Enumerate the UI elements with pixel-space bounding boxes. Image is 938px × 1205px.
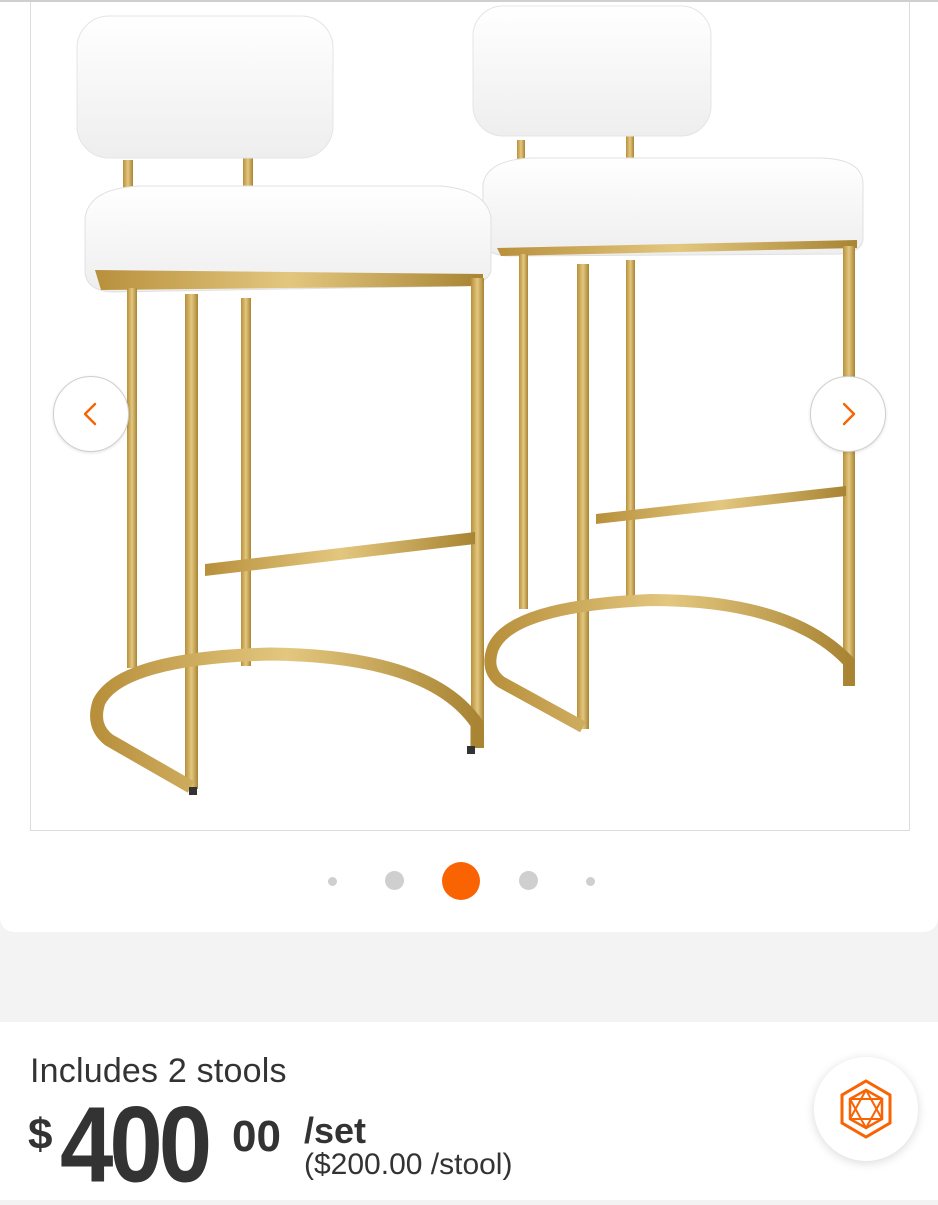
bar-stools-image: [76, 5, 864, 795]
carousel-dot-active[interactable]: [442, 862, 480, 900]
hexagon-assistant-icon: [840, 1079, 892, 1139]
carousel-dot[interactable]: [385, 871, 404, 890]
price-per-stool: ($200.00 /stool): [304, 1148, 513, 1181]
carousel-dot[interactable]: [328, 877, 337, 886]
carousel-pagination: [0, 861, 938, 901]
price-dollars: 400: [60, 1085, 212, 1205]
carousel-next-button[interactable]: [810, 376, 886, 452]
product-price: $ 400 00 /set ($200.00 /stool): [28, 1091, 648, 1199]
carousel-prev-button[interactable]: [53, 376, 129, 452]
stool-left: [76, 15, 492, 795]
price-cents: 00: [232, 1112, 281, 1161]
product-media-card: [0, 0, 938, 932]
chevron-left-icon: [83, 402, 97, 426]
product-image[interactable]: [30, 2, 910, 831]
chevron-right-icon: [842, 402, 856, 426]
assistant-button[interactable]: [814, 1057, 918, 1161]
price-currency: $: [28, 1110, 53, 1159]
carousel-dot[interactable]: [586, 877, 595, 886]
price-unit: /set: [304, 1110, 367, 1151]
carousel-dot[interactable]: [519, 871, 538, 890]
stool-right: [472, 5, 864, 733]
